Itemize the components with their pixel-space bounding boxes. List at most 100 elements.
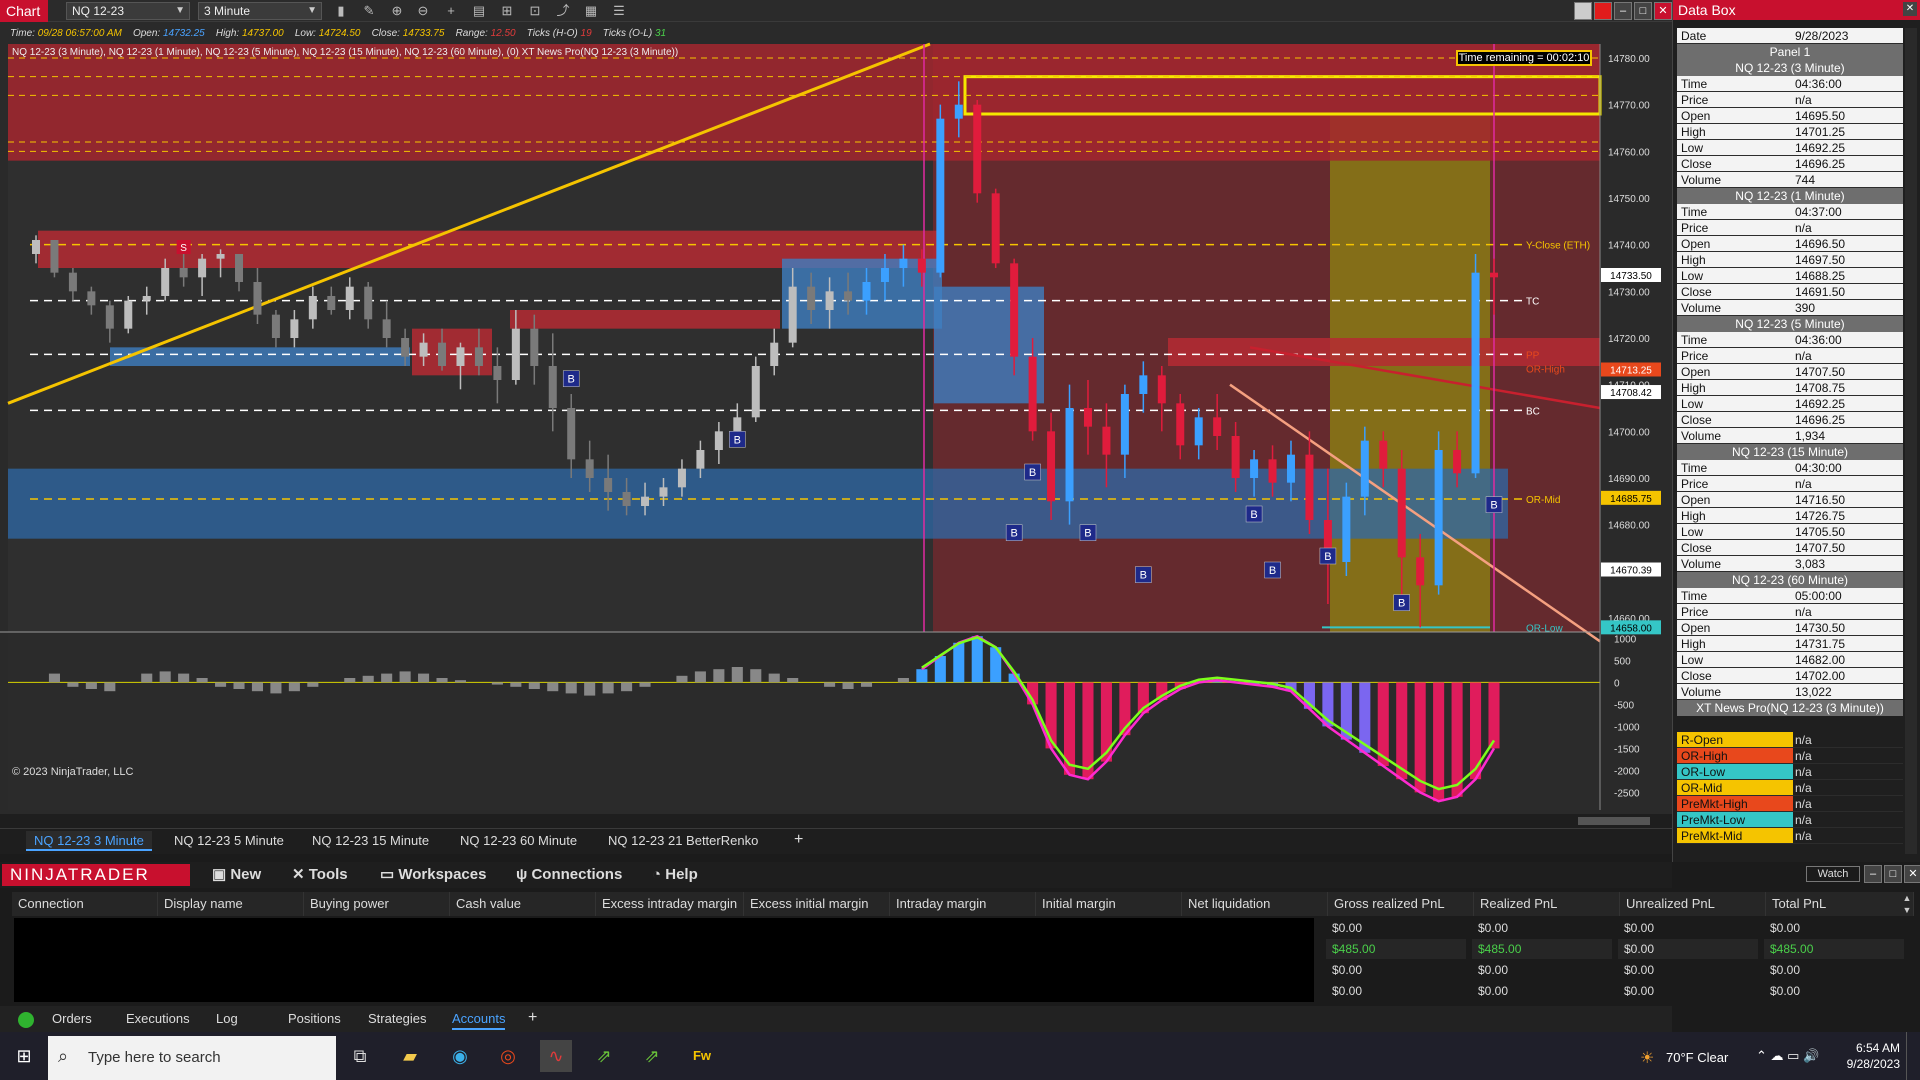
tab-orders[interactable]: Orders <box>52 1010 92 1028</box>
column-header[interactable]: Excess initial margin <box>744 892 890 916</box>
file-explorer-icon[interactable]: ▰ <box>394 1040 426 1072</box>
column-header[interactable]: Intraday margin <box>890 892 1036 916</box>
minimize-icon[interactable]: – <box>1614 2 1632 20</box>
tab-nq-5min[interactable]: NQ 12-23 5 Minute <box>166 831 292 851</box>
buy-signal-marker: B <box>1079 524 1097 541</box>
tray-icons[interactable]: ⌃ ☁ ▭ 🔊 <box>1756 1048 1819 1064</box>
data-box-section-header: NQ 12-23 (1 Minute) <box>1677 188 1903 204</box>
link-red-icon[interactable] <box>1594 2 1612 20</box>
clock-time: 6:54 AM <box>1855 1041 1900 1055</box>
tab-strategies[interactable]: Strategies <box>368 1010 427 1028</box>
tab-log[interactable]: Log <box>216 1010 238 1028</box>
column-header[interactable]: Initial margin <box>1036 892 1182 916</box>
time-label: Time: <box>10 28 35 39</box>
data-box-value: n/a <box>1793 764 1903 779</box>
maximize-icon[interactable]: □ <box>1634 2 1652 20</box>
chrome-icon[interactable]: ◎ <box>492 1040 524 1072</box>
link-gray-icon[interactable] <box>1574 2 1592 20</box>
taskbar-clock[interactable]: 6:54 AM 9/28/2023 <box>1820 1040 1900 1072</box>
candle-body <box>364 286 373 320</box>
scroll-thumb[interactable] <box>1578 817 1650 825</box>
data-box-key: Price <box>1677 476 1793 491</box>
osc-tick-label: 0 <box>1614 678 1620 689</box>
close-icon[interactable]: ✕ <box>1903 2 1917 16</box>
zoom-out-icon[interactable]: ⊖ <box>414 2 432 20</box>
column-header[interactable]: Buying power <box>304 892 450 916</box>
tab-nq-60min[interactable]: NQ 12-23 60 Minute <box>452 831 585 851</box>
data-box-rows: Date 9/28/2023 Panel 1 NQ 12-23 (3 Minute) T… <box>1677 28 1903 844</box>
instrument-selector[interactable]: NQ 12-23 ▼ <box>66 2 190 20</box>
price-chart[interactable]: B B B B B B B B B B B S 14780.00 14770.00 14760.00 147… <box>0 22 1672 828</box>
add-tab-icon[interactable]: + <box>794 831 803 849</box>
tab-nq-15min[interactable]: NQ 12-23 15 Minute <box>304 831 437 851</box>
app-icon-2[interactable]: ⇗ <box>636 1040 668 1072</box>
column-header[interactable]: Net liquidation <box>1182 892 1328 916</box>
column-header[interactable]: Realized PnL <box>1474 892 1620 916</box>
data-box-row: Price n/a <box>1677 604 1903 620</box>
column-header[interactable]: Unrealized PnL <box>1620 892 1766 916</box>
column-header[interactable]: Display name <box>158 892 304 916</box>
candle-body <box>1490 272 1498 278</box>
watch-button[interactable]: Watch <box>1806 866 1860 882</box>
close-icon[interactable]: ✕ <box>1904 865 1920 883</box>
calculator-icon[interactable]: ▦ <box>582 2 600 20</box>
tab-nq-3min[interactable]: NQ 12-23 3 Minute <box>26 831 152 851</box>
zoom-in-icon[interactable]: ⊕ <box>388 2 406 20</box>
price-tick-label: 14760.00 <box>1608 147 1650 158</box>
column-header[interactable]: Gross realized PnL <box>1328 892 1474 916</box>
ticks-ol-value: 31 <box>654 28 667 39</box>
ninjatrader-taskbar-icon[interactable]: ∿ <box>540 1040 572 1072</box>
edge-icon[interactable]: ◉ <box>444 1040 476 1072</box>
menu-workspaces[interactable]: ▭ Workspaces <box>380 866 486 884</box>
candle-body <box>733 417 742 432</box>
tab-nq-renko[interactable]: NQ 12-23 21 BetterRenko <box>600 831 766 851</box>
close-icon[interactable]: ✕ <box>1654 2 1672 20</box>
list-icon[interactable]: ☰ <box>610 2 628 20</box>
add-tab-icon[interactable]: + <box>528 1009 537 1027</box>
show-desktop-button[interactable] <box>1906 1032 1920 1080</box>
indicators-icon[interactable]: ⊡ <box>526 2 544 20</box>
data-box-scrollbar[interactable] <box>1905 28 1917 854</box>
app-icon-1[interactable]: ⇗ <box>588 1040 620 1072</box>
data-box-key: Time <box>1677 588 1793 603</box>
maximize-icon[interactable]: □ <box>1884 865 1902 883</box>
minimize-icon[interactable]: – <box>1864 865 1882 883</box>
column-header[interactable]: Cash value <box>450 892 596 916</box>
level-label: Y-Close (ETH) <box>1526 241 1590 252</box>
data-series-icon[interactable]: ▤ <box>470 2 488 20</box>
data-box-value: 14696.25 <box>1793 156 1903 171</box>
weather-icon: ☀ <box>1640 1050 1655 1067</box>
properties-icon[interactable]: ⊞ <box>498 2 516 20</box>
osc-bar <box>381 673 393 683</box>
crosshair-icon[interactable]: + <box>442 2 460 20</box>
menu-help[interactable]: ◔ Help <box>652 866 698 884</box>
draw-tool-icon[interactable]: ✎ <box>360 2 378 20</box>
candle-body <box>899 258 908 268</box>
high-label: High: <box>215 28 240 39</box>
column-header[interactable]: Connection <box>12 892 158 916</box>
horizontal-scrollbar[interactable] <box>0 814 1672 828</box>
column-header[interactable]: Total PnL <box>1766 892 1914 916</box>
data-box-value: n/a <box>1793 92 1903 107</box>
column-chooser-icon[interactable]: ▲ ▼ <box>1900 892 1914 916</box>
bar-type-icon[interactable]: ▮ <box>332 2 350 20</box>
fireworks-icon[interactable]: Fw <box>686 1040 718 1072</box>
data-box-value: 14697.50 <box>1793 252 1903 267</box>
tab-positions[interactable]: Positions <box>288 1010 341 1028</box>
menu-new[interactable]: ▣ New <box>212 866 261 884</box>
strategies-icon[interactable]: ⤴ <box>554 2 572 20</box>
data-box-value: 744 <box>1793 172 1903 187</box>
data-box-value: n/a <box>1793 812 1903 827</box>
menu-tools[interactable]: ✕ Tools <box>292 866 348 884</box>
menu-connections[interactable]: ψ Connections <box>516 866 622 884</box>
tab-accounts[interactable]: Accounts <box>452 1010 506 1030</box>
data-box-key: Open <box>1677 108 1793 123</box>
tab-executions[interactable]: Executions <box>126 1010 190 1028</box>
taskbar-search-input[interactable]: Type here to search <box>48 1036 336 1080</box>
task-view-icon[interactable]: ⧉ <box>344 1040 376 1072</box>
data-box-row: Low 14692.25 <box>1677 140 1903 156</box>
column-header[interactable]: Excess intraday margin <box>596 892 744 916</box>
windows-start-icon[interactable]: ⊞ <box>8 1040 40 1072</box>
interval-selector[interactable]: 3 Minute ▼ <box>198 2 322 20</box>
candle-body <box>917 258 926 273</box>
